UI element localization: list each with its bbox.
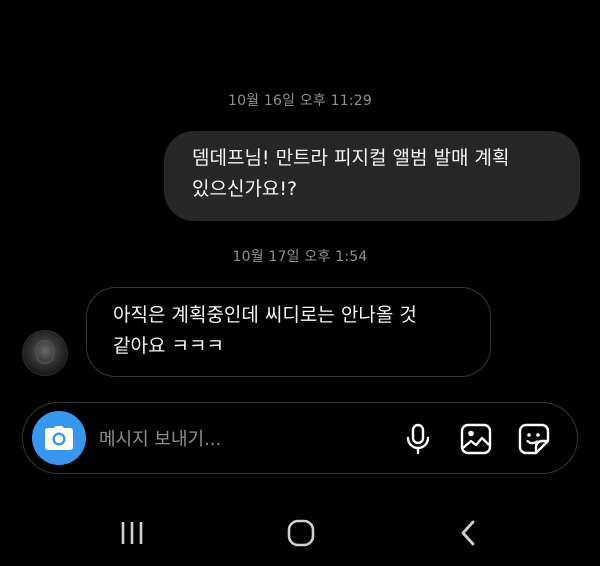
sticker-icon <box>518 423 550 455</box>
back-button[interactable] <box>448 516 488 550</box>
gallery-icon <box>460 423 492 455</box>
gallery-button[interactable] <box>459 422 493 456</box>
message-input[interactable] <box>99 425 389 453</box>
sender-avatar[interactable] <box>22 330 68 376</box>
incoming-message-line: 같아요 ㅋㅋㅋ <box>113 335 224 357</box>
message-composer <box>22 402 578 474</box>
message-timestamp: 10월 17일 오후 1:54 <box>232 249 368 265</box>
sticker-button[interactable] <box>517 422 551 456</box>
microphone-button[interactable] <box>401 422 435 456</box>
camera-icon <box>45 426 73 450</box>
outgoing-message-line: 있으신가요!? <box>192 178 298 200</box>
outgoing-message-line: 뎀데프님! 만트라 피지컬 앨범 발매 계획 <box>192 147 510 169</box>
system-navigation-bar <box>0 500 600 566</box>
home-button[interactable] <box>281 516 321 550</box>
home-icon <box>287 519 315 547</box>
camera-button[interactable] <box>32 411 86 465</box>
message-timestamp: 10월 16일 오후 11:29 <box>227 93 373 109</box>
incoming-message-line: 아직은 계획중인데 씨디로는 안나올 것 <box>113 304 417 326</box>
recent-apps-icon <box>121 522 143 544</box>
outgoing-message-bubble[interactable]: 뎀데프님! 만트라 피지컬 앨범 발매 계획 있으신가요!? <box>164 131 580 221</box>
back-icon <box>461 520 475 546</box>
recent-apps-button[interactable] <box>112 516 152 550</box>
microphone-icon <box>406 423 430 455</box>
incoming-message-bubble[interactable]: 아직은 계획중인데 씨디로는 안나올 것 같아요 ㅋㅋㅋ <box>86 287 491 377</box>
